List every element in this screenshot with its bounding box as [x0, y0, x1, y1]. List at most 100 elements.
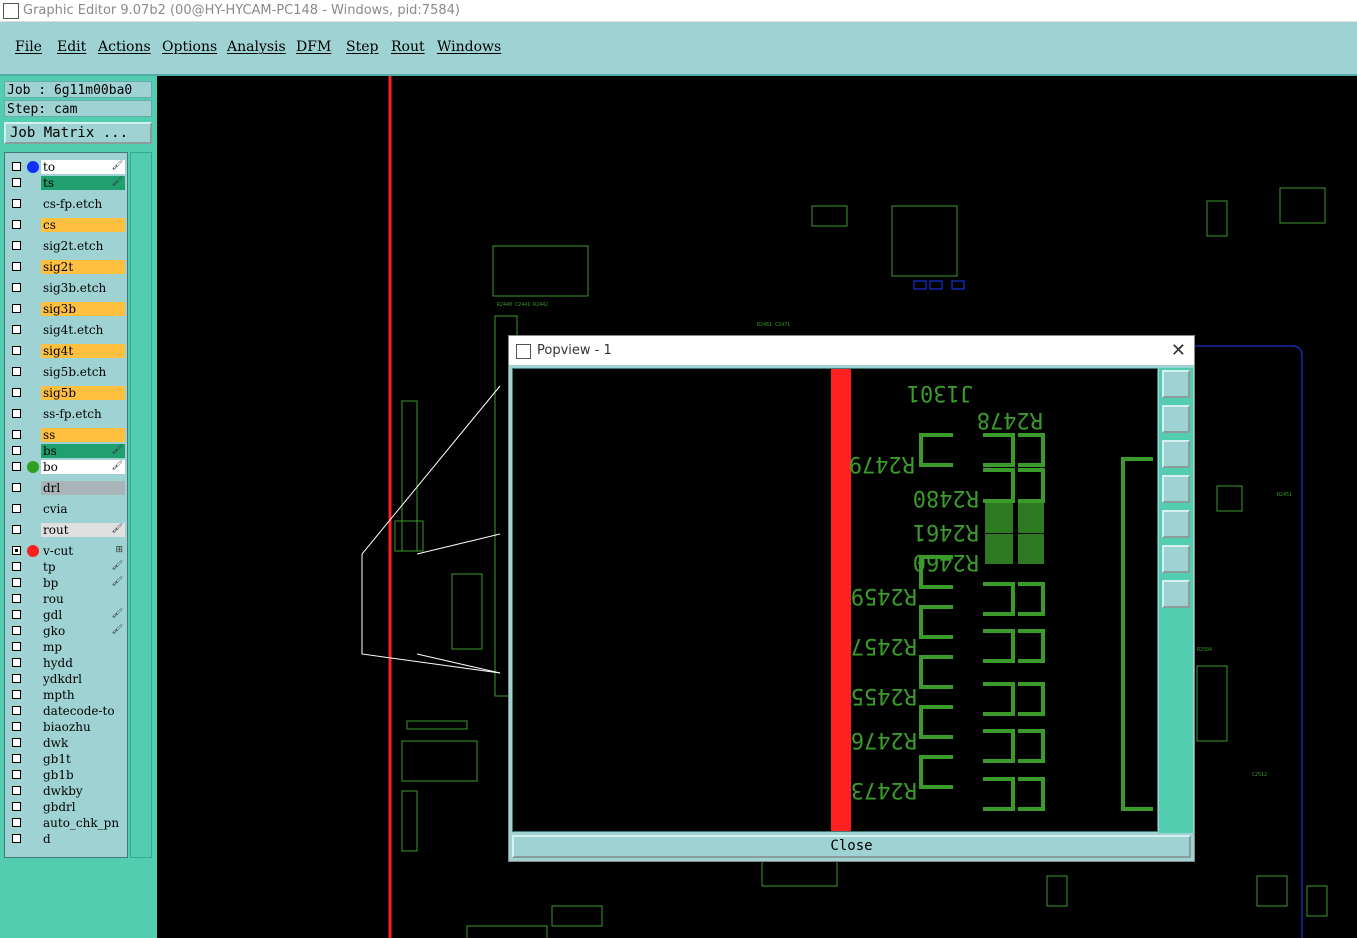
- layer-row-to[interactable]: to 🖌: [5, 160, 129, 174]
- layer-checkbox[interactable]: [12, 722, 21, 731]
- layer-checkbox[interactable]: [12, 834, 21, 843]
- close-icon[interactable]: ✕: [1171, 336, 1186, 365]
- layer-row-auto_chk_pn[interactable]: auto_chk_pn: [5, 816, 129, 830]
- layer-checkbox[interactable]: [12, 786, 21, 795]
- layer-name[interactable]: ss: [41, 428, 125, 442]
- layer-name[interactable]: mpth: [41, 688, 125, 702]
- layer-checkbox[interactable]: [12, 504, 21, 513]
- layer-row-gb1b[interactable]: gb1b: [5, 768, 129, 782]
- layer-name[interactable]: rou: [41, 592, 125, 606]
- layer-row-cs-fp.etch[interactable]: cs-fp.etch: [5, 197, 129, 211]
- layer-row-drl[interactable]: drl: [5, 481, 129, 495]
- layer-checkbox[interactable]: [12, 626, 21, 635]
- layer-name[interactable]: gb1t: [41, 752, 125, 766]
- layer-checkbox[interactable]: [12, 578, 21, 587]
- layer-checkbox[interactable]: [12, 409, 21, 418]
- layer-checkbox[interactable]: [12, 706, 21, 715]
- layer-checkbox[interactable]: [12, 642, 21, 651]
- layer-row-ydkdrl[interactable]: ydkdrl: [5, 672, 129, 686]
- menu-actions[interactable]: Actions: [98, 39, 151, 55]
- layer-name[interactable]: sig3b.etch: [41, 281, 125, 295]
- pan-right-icon[interactable]: [1162, 510, 1190, 538]
- layer-name[interactable]: cvia: [41, 502, 125, 516]
- layer-checkbox[interactable]: [12, 325, 21, 334]
- layer-checkbox[interactable]: [12, 430, 21, 439]
- layer-checkbox[interactable]: [12, 162, 21, 171]
- pan-up-icon[interactable]: [1162, 405, 1190, 433]
- zoom-out-icon[interactable]: [1162, 580, 1190, 608]
- pan-down-icon[interactable]: [1162, 440, 1190, 468]
- layer-row-biaozhu[interactable]: biaozhu: [5, 720, 129, 734]
- layer-name[interactable]: biaozhu: [41, 720, 125, 734]
- layer-row-v-cut[interactable]: v-cut ⊞: [5, 544, 129, 558]
- layer-row-ts[interactable]: ts 🖌: [5, 176, 129, 190]
- menu-rout[interactable]: Rout: [391, 39, 425, 55]
- layer-row-sig5b.etch[interactable]: sig5b.etch: [5, 365, 129, 379]
- layer-checkbox[interactable]: [12, 241, 21, 250]
- layer-row-bs[interactable]: bs 🖌: [5, 444, 129, 458]
- pan-left-icon[interactable]: [1162, 475, 1190, 503]
- layer-row-bp[interactable]: bp 🖌: [5, 576, 129, 590]
- layer-row-ss[interactable]: ss: [5, 428, 129, 442]
- menu-windows[interactable]: Windows: [437, 39, 501, 55]
- layer-row-hydd[interactable]: hydd: [5, 656, 129, 670]
- layer-row-sig3b.etch[interactable]: sig3b.etch: [5, 281, 129, 295]
- layer-row-mp[interactable]: mp: [5, 640, 129, 654]
- popview-canvas[interactable]: J1301 R2478 R2479 R2480 R2461 R2460 R245…: [512, 368, 1158, 832]
- layer-checkbox[interactable]: [12, 220, 21, 229]
- layer-checkbox[interactable]: [12, 674, 21, 683]
- menu-step[interactable]: Step: [346, 39, 378, 55]
- layer-checkbox[interactable]: [12, 594, 21, 603]
- layer-name[interactable]: v-cut: [41, 544, 125, 558]
- layer-checkbox[interactable]: [12, 388, 21, 397]
- layer-row-dwk[interactable]: dwk: [5, 736, 129, 750]
- close-button[interactable]: Close: [512, 835, 1191, 858]
- layer-checkbox[interactable]: [12, 483, 21, 492]
- layer-name[interactable]: sig5b.etch: [41, 365, 125, 379]
- layer-row-ss-fp.etch[interactable]: ss-fp.etch: [5, 407, 129, 421]
- menu-analysis[interactable]: Analysis: [227, 39, 286, 55]
- menu-dfm[interactable]: DFM: [296, 39, 331, 55]
- layer-row-rout[interactable]: rout 🖌: [5, 523, 129, 537]
- layer-name[interactable]: ydkdrl: [41, 672, 125, 686]
- layer-row-sig4t[interactable]: sig4t: [5, 344, 129, 358]
- layer-name[interactable]: ss-fp.etch: [41, 407, 125, 421]
- layer-name[interactable]: cs: [41, 218, 125, 232]
- layer-checkbox[interactable]: [12, 346, 21, 355]
- layer-name[interactable]: sig2t.etch: [41, 239, 125, 253]
- layer-name[interactable]: auto_chk_pn: [41, 816, 125, 830]
- layer-checkbox[interactable]: [12, 802, 21, 811]
- layer-checkbox[interactable]: [12, 770, 21, 779]
- layer-name[interactable]: sig2t: [41, 260, 125, 274]
- layer-row-gb1t[interactable]: gb1t: [5, 752, 129, 766]
- layer-checkbox[interactable]: [12, 546, 21, 555]
- layer-checkbox[interactable]: [12, 446, 21, 455]
- menu-file[interactable]: File: [15, 39, 42, 55]
- layer-name[interactable]: sig3b: [41, 302, 125, 316]
- layer-checkbox[interactable]: [12, 610, 21, 619]
- layer-name[interactable]: drl: [41, 481, 125, 495]
- layer-name[interactable]: d: [41, 832, 125, 846]
- layer-checkbox[interactable]: [12, 462, 21, 471]
- layer-row-cs[interactable]: cs: [5, 218, 129, 232]
- layer-name[interactable]: gbdrl: [41, 800, 125, 814]
- layer-name[interactable]: dwkby: [41, 784, 125, 798]
- layer-list-scrollbar[interactable]: [130, 152, 152, 858]
- layer-checkbox[interactable]: [12, 367, 21, 376]
- layer-checkbox[interactable]: [12, 690, 21, 699]
- layer-row-datecode-to[interactable]: datecode-to: [5, 704, 129, 718]
- layer-row-gdl[interactable]: gdl 🖌: [5, 608, 129, 622]
- layer-checkbox[interactable]: [12, 283, 21, 292]
- layer-name[interactable]: dwk: [41, 736, 125, 750]
- layer-checkbox[interactable]: [12, 754, 21, 763]
- layer-row-sig3b[interactable]: sig3b: [5, 302, 129, 316]
- layer-name[interactable]: sig4t: [41, 344, 125, 358]
- layer-checkbox[interactable]: [12, 658, 21, 667]
- layer-row-gbdrl[interactable]: gbdrl: [5, 800, 129, 814]
- job-matrix-button[interactable]: Job Matrix ...: [4, 122, 152, 144]
- layer-checkbox[interactable]: [12, 562, 21, 571]
- zoom-in-icon[interactable]: [1162, 545, 1190, 573]
- layer-name[interactable]: sig4t.etch: [41, 323, 125, 337]
- layer-row-sig5b[interactable]: sig5b: [5, 386, 129, 400]
- layer-checkbox[interactable]: [12, 818, 21, 827]
